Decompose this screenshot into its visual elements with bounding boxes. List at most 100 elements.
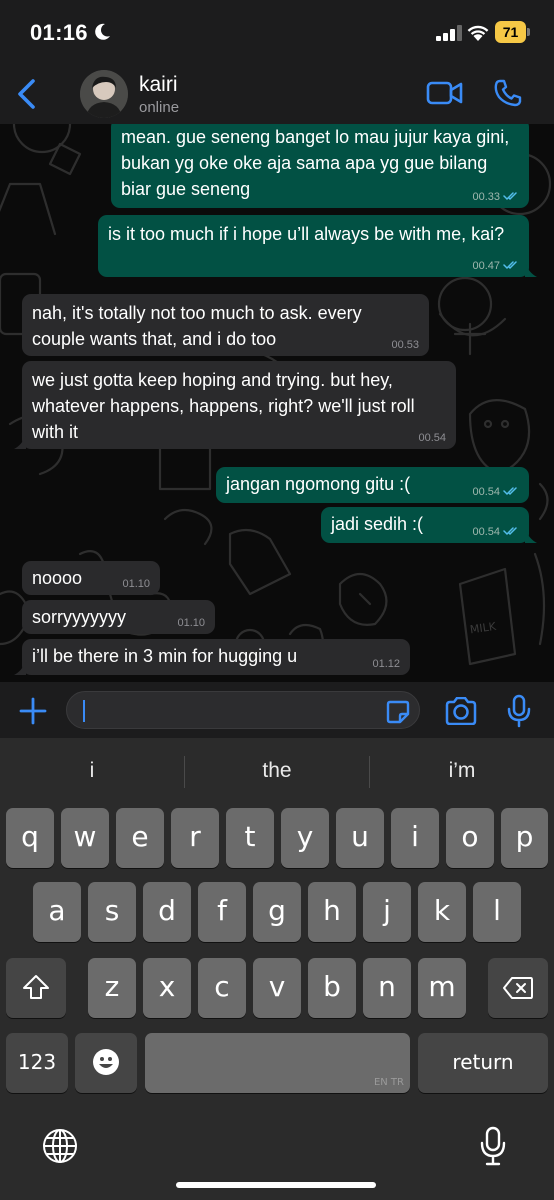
key-a[interactable]: a bbox=[33, 882, 81, 942]
key-x[interactable]: x bbox=[143, 958, 191, 1018]
double-check-icon bbox=[503, 261, 517, 270]
message-time: 00.54 bbox=[418, 432, 446, 444]
sticker-icon[interactable] bbox=[385, 699, 411, 725]
globe-icon[interactable] bbox=[42, 1128, 78, 1164]
key-w[interactable]: w bbox=[61, 808, 109, 868]
message-meta: 00.54 bbox=[472, 486, 519, 498]
message-text: is it too much if i hope u’ll always be … bbox=[108, 224, 505, 244]
key-n[interactable]: n bbox=[363, 958, 411, 1018]
message-time: 01.10 bbox=[122, 578, 150, 590]
avatar-photo bbox=[80, 70, 128, 118]
message-meta: 00.54 bbox=[472, 526, 519, 538]
key-s[interactable]: s bbox=[88, 882, 136, 942]
emoji-key[interactable] bbox=[75, 1033, 137, 1093]
message-text: noooo bbox=[32, 568, 83, 588]
microphone-icon[interactable] bbox=[506, 694, 532, 728]
bubble-tail bbox=[525, 529, 537, 543]
message-bubble-incoming[interactable]: sorryyyyyyy 01.10 bbox=[22, 600, 215, 634]
key-v[interactable]: v bbox=[253, 958, 301, 1018]
space-key[interactable]: EN TR bbox=[145, 1033, 410, 1093]
contact-status: online bbox=[139, 99, 180, 116]
suggestion-2[interactable]: the bbox=[185, 738, 369, 804]
text-cursor bbox=[83, 700, 85, 722]
double-check-icon bbox=[503, 527, 517, 536]
key-h[interactable]: h bbox=[308, 882, 356, 942]
suggestion-1[interactable]: i bbox=[0, 738, 184, 804]
shift-key[interactable] bbox=[6, 958, 66, 1018]
moon-icon bbox=[95, 23, 110, 40]
key-q[interactable]: q bbox=[6, 808, 54, 868]
chat-area[interactable]: MILK mean. gue seneng banget lo mau juju… bbox=[0, 124, 554, 682]
numbers-key[interactable]: 123 bbox=[6, 1033, 68, 1093]
message-bubble-outgoing[interactable]: mean. gue seneng banget lo mau jujur kay… bbox=[111, 124, 529, 208]
milk-doodle-text: MILK bbox=[469, 620, 497, 637]
message-bubble-incoming[interactable]: we just gotta keep hoping and trying. bu… bbox=[22, 361, 456, 449]
key-k[interactable]: k bbox=[418, 882, 466, 942]
message-meta: 00.54 bbox=[418, 432, 446, 444]
backspace-icon bbox=[503, 977, 533, 999]
message-bubble-incoming[interactable]: i’ll be there in 3 min for hugging u 01.… bbox=[22, 639, 410, 675]
bubble-tail bbox=[14, 661, 26, 675]
back-chevron-icon[interactable] bbox=[12, 76, 42, 112]
key-z[interactable]: z bbox=[88, 958, 136, 1018]
phone-call-icon[interactable] bbox=[493, 78, 523, 108]
shift-icon bbox=[23, 975, 49, 999]
key-r[interactable]: r bbox=[171, 808, 219, 868]
message-meta: 00.47 bbox=[472, 260, 519, 272]
message-meta: 00.53 bbox=[391, 339, 419, 351]
key-y[interactable]: y bbox=[281, 808, 329, 868]
signal-icon bbox=[436, 25, 462, 41]
message-bubble-incoming[interactable]: noooo 01.10 bbox=[22, 561, 160, 595]
backspace-key[interactable] bbox=[488, 958, 548, 1018]
camera-icon[interactable] bbox=[444, 697, 478, 725]
message-bubble-outgoing[interactable]: jangan ngomong gitu :( 00.54 bbox=[216, 467, 529, 503]
message-text: i’ll be there in 3 min for hugging u bbox=[32, 646, 298, 666]
message-bubble-outgoing[interactable]: is it too much if i hope u’ll always be … bbox=[98, 215, 529, 277]
space-language-label: EN TR bbox=[373, 1077, 404, 1088]
contact-name[interactable]: kairi bbox=[139, 73, 178, 97]
message-text: sorryyyyyyy bbox=[32, 607, 126, 627]
message-time: 01.10 bbox=[177, 617, 205, 629]
contact-avatar[interactable] bbox=[80, 70, 128, 118]
key-j[interactable]: j bbox=[363, 882, 411, 942]
keyboard: i the i’m q w e r t y u i o p a s d f g … bbox=[0, 738, 554, 1200]
key-o[interactable]: o bbox=[446, 808, 494, 868]
message-text: jangan ngomong gitu :( bbox=[226, 474, 411, 494]
key-c[interactable]: c bbox=[198, 958, 246, 1018]
plus-icon[interactable] bbox=[18, 696, 48, 726]
key-e[interactable]: e bbox=[116, 808, 164, 868]
message-input[interactable] bbox=[66, 691, 420, 729]
key-f[interactable]: f bbox=[198, 882, 246, 942]
key-i[interactable]: i bbox=[391, 808, 439, 868]
message-text: nah, it's totally not too much to ask. e… bbox=[32, 303, 362, 349]
message-bubble-outgoing[interactable]: jadi sedih :( 00.54 bbox=[321, 507, 529, 543]
message-time: 00.54 bbox=[472, 526, 500, 538]
message-bubble-incoming[interactable]: nah, it's totally not too much to ask. e… bbox=[22, 294, 429, 356]
battery-level: 71 bbox=[495, 21, 526, 43]
message-text: we just gotta keep hoping and trying. bu… bbox=[32, 370, 415, 442]
key-l[interactable]: l bbox=[473, 882, 521, 942]
message-text: mean. gue seneng banget lo mau jujur kay… bbox=[121, 127, 510, 199]
key-t[interactable]: t bbox=[226, 808, 274, 868]
message-time: 00.53 bbox=[391, 339, 419, 351]
dictation-microphone-icon[interactable] bbox=[480, 1126, 506, 1166]
key-g[interactable]: g bbox=[253, 882, 301, 942]
message-time: 00.54 bbox=[472, 486, 500, 498]
message-meta: 01.12 bbox=[372, 658, 400, 670]
key-d[interactable]: d bbox=[143, 882, 191, 942]
home-indicator bbox=[176, 1182, 376, 1188]
key-p[interactable]: p bbox=[501, 808, 548, 868]
key-u[interactable]: u bbox=[336, 808, 384, 868]
key-b[interactable]: b bbox=[308, 958, 356, 1018]
video-call-icon[interactable] bbox=[426, 78, 464, 108]
status-bar: 01:16 71 bbox=[0, 0, 554, 66]
suggestion-3[interactable]: i’m bbox=[370, 738, 554, 804]
message-meta: 01.10 bbox=[177, 617, 205, 629]
return-key[interactable]: return bbox=[418, 1033, 548, 1093]
message-text: jadi sedih :( bbox=[331, 514, 424, 534]
message-composer bbox=[0, 682, 554, 738]
status-time: 01:16 bbox=[30, 20, 88, 45]
key-m[interactable]: m bbox=[418, 958, 466, 1018]
message-meta: 01.10 bbox=[122, 578, 150, 590]
bubble-tail bbox=[14, 435, 26, 449]
